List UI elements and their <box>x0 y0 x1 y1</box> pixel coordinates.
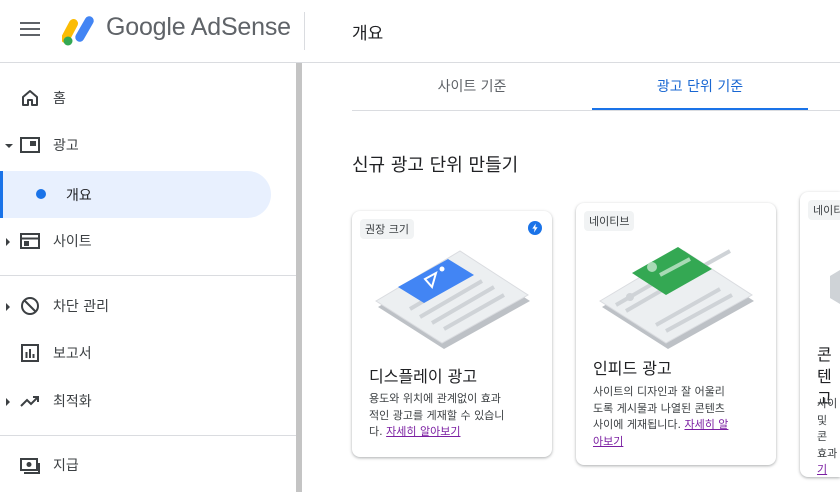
sidebar-item-ads[interactable]: 광고 <box>0 123 296 167</box>
block-icon <box>21 297 39 315</box>
card-title: 인피드 광고 <box>593 359 672 378</box>
description-line: 적인 광고를 게재할 수 있습니 <box>369 408 505 422</box>
description-line: 사이 <box>817 397 838 410</box>
card-title: 디스플레이 광고 <box>369 367 478 386</box>
sidebar-item-home[interactable]: 홈 <box>0 76 296 120</box>
description-line: 사이에 게재됩니다. 자세히 알 <box>593 417 728 434</box>
sidebar-scrollbar[interactable] <box>296 63 302 492</box>
in-feed-ad-card[interactable]: 네이티브 인피드 광고 사이트의 디자인과 잘 어울리 도록 게시물과 나열된 … <box>576 203 776 465</box>
description-line: 사이트의 디자인과 잘 어울리 <box>593 385 725 398</box>
description-line: 및 콘 <box>817 413 828 444</box>
sidebar-item-label: 광고 <box>53 138 79 154</box>
card-description: 용도와 위치에 관계없이 효과 적인 광고를 게재할 수 있습니 다. 자세히 … <box>369 391 504 441</box>
report-icon <box>21 344 39 362</box>
chevron-right-icon[interactable] <box>6 303 10 311</box>
sidebar-item-label: 최적화 <box>53 394 92 410</box>
payments-icon <box>20 458 40 474</box>
chevron-right-icon[interactable] <box>6 398 10 406</box>
native-badge: 네이티 <box>808 200 840 220</box>
native-badge: 네이티브 <box>584 211 635 231</box>
description-line: 다. 자세히 알아보기 <box>369 424 504 441</box>
description-line: 도록 게시물과 나열된 콘텐츠 <box>593 401 725 415</box>
tab-divider <box>352 110 840 111</box>
header-divider <box>304 12 305 50</box>
sidebar-item-label: 홈 <box>53 91 66 107</box>
sidebar-item-blocking[interactable]: 차단 관리 <box>0 284 296 328</box>
sidebar-item-label: 보고서 <box>53 346 92 362</box>
chevron-down-icon[interactable] <box>5 144 13 148</box>
sidebar-divider <box>0 275 296 276</box>
ads-icon <box>20 137 40 153</box>
description-text: 다. <box>369 425 387 438</box>
app-header: Google AdSense 개요 <box>0 0 840 63</box>
sidebar-item-overview[interactable]: 개요 <box>66 185 92 205</box>
sidebar-item-payments[interactable]: 지급 <box>0 443 296 487</box>
tab-by-site[interactable]: 사이트 기준 <box>352 63 592 111</box>
card-description: 사이트의 디자인과 잘 어울리 도록 게시물과 나열된 콘텐츠 사이에 게재됩니… <box>593 384 728 450</box>
description-text: 사이에 게재됩니다. <box>593 418 685 431</box>
tab-by-ad-unit[interactable]: 광고 단위 기준 <box>592 63 808 111</box>
recommended-badge: 권장 크기 <box>360 219 414 239</box>
sidebar-item-label: 사이트 <box>53 234 92 250</box>
display-ad-card[interactable]: 권장 크기 디스플레이 광고 용도와 위치에 관계없이 효과 적인 광고를 게재… <box>352 211 552 457</box>
display-ad-illustration <box>375 250 530 349</box>
in-article-ad-card[interactable]: 네이티 콘텐 고 사이 및 콘 효과 기 <box>800 192 840 477</box>
home-icon <box>22 90 38 106</box>
learn-more-link[interactable]: 자세히 알아보기 <box>386 425 460 438</box>
adsense-logo-icon <box>62 16 94 46</box>
active-dot-icon <box>36 189 46 199</box>
sidebar-divider <box>0 435 296 436</box>
page-title: 개요 <box>352 24 384 44</box>
description-line: 용도와 위치에 관계없이 효과 <box>369 392 501 405</box>
trending-up-icon <box>20 396 39 407</box>
sidebar-item-optimization[interactable]: 최적화 <box>0 379 296 423</box>
in-feed-ad-illustration <box>599 247 754 349</box>
sidebar-item-label: 차단 관리 <box>53 299 109 315</box>
learn-more-link[interactable]: 자세히 알 <box>684 418 728 431</box>
menu-icon[interactable] <box>20 22 40 38</box>
flash-icon <box>528 221 542 235</box>
sites-icon <box>20 233 40 249</box>
sidebar-active-indicator <box>0 171 3 218</box>
description-line: 효과 <box>817 446 838 460</box>
card-title-line: 콘텐 <box>817 345 832 386</box>
learn-more-link[interactable]: 기 <box>817 463 827 476</box>
section-title: 신규 광고 단위 만들기 <box>352 155 519 176</box>
tab-active-indicator <box>592 108 808 110</box>
in-article-ad-illustration <box>830 270 840 304</box>
app-logo-text[interactable]: Google AdSense <box>106 13 291 42</box>
chevron-right-icon[interactable] <box>6 238 10 246</box>
sidebar-item-reports[interactable]: 보고서 <box>0 331 296 375</box>
learn-more-link[interactable]: 아보기 <box>593 435 623 448</box>
card-description: 사이 및 콘 효과 기 <box>817 396 840 477</box>
sidebar-item-sites[interactable]: 사이트 <box>0 219 296 263</box>
sidebar-item-label: 지급 <box>53 458 79 474</box>
